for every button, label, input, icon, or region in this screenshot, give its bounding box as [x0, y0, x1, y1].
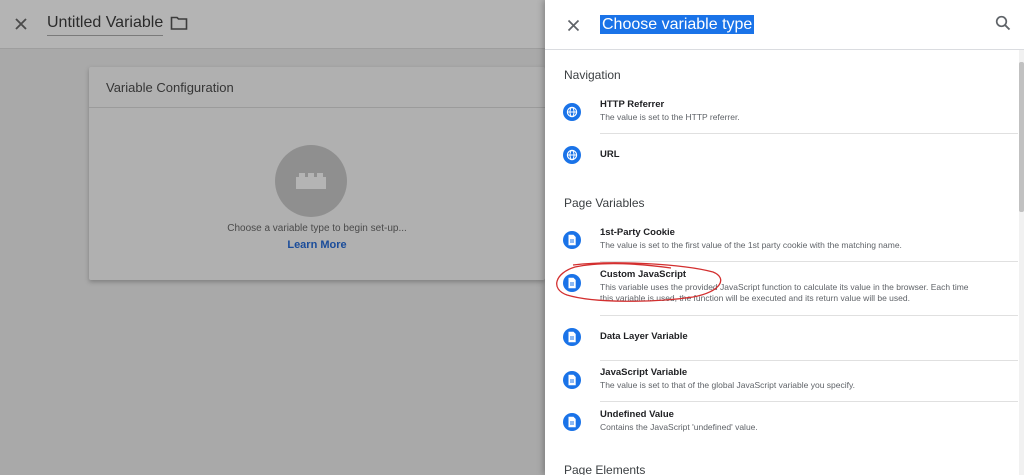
- panel-title: Choose variable type: [600, 15, 755, 34]
- section-page-variables: Page Variables: [564, 196, 645, 210]
- item-name: Custom JavaScript: [600, 269, 687, 280]
- variable-type-url[interactable]: URL: [600, 149, 1018, 179]
- learn-more-link[interactable]: Learn More: [89, 239, 545, 251]
- search-icon[interactable]: [995, 15, 1011, 36]
- item-name: Data Layer Variable: [600, 331, 688, 342]
- variable-type-1st-party-cookie[interactable]: 1st-Party Cookie The value is set to the…: [600, 227, 1018, 262]
- item-description: The value is set to that of the global J…: [600, 380, 855, 390]
- section-page-elements: Page Elements: [564, 463, 646, 475]
- item-description: This variable uses the provided JavaScri…: [600, 282, 969, 292]
- item-name: HTTP Referrer: [600, 99, 665, 110]
- close-icon[interactable]: [562, 14, 584, 36]
- variable-name-input[interactable]: Untitled Variable: [47, 14, 164, 36]
- item-name: 1st-Party Cookie: [600, 227, 675, 238]
- config-hint: Choose a variable type to begin set-up..…: [227, 223, 407, 234]
- choose-variable-type-panel: Choose variable type Navigation HTTP Ref…: [545, 0, 1024, 475]
- document-icon: [563, 231, 581, 249]
- variable-type-http-referrer[interactable]: HTTP Referrer The value is set to the HT…: [600, 99, 1018, 134]
- editor-topbar: Untitled Variable: [0, 0, 545, 49]
- variable-type-javascript-variable[interactable]: JavaScript Variable The value is set to …: [600, 367, 1018, 402]
- section-navigation: Navigation: [564, 68, 621, 82]
- item-name: JavaScript Variable: [600, 367, 688, 378]
- panel-header: Choose variable type: [545, 0, 1024, 50]
- document-icon: [563, 274, 581, 292]
- globe-icon: [563, 103, 581, 121]
- document-icon: [563, 371, 581, 389]
- close-icon[interactable]: [10, 13, 32, 35]
- variable-type-data-layer-variable[interactable]: Data Layer Variable: [600, 331, 1018, 361]
- globe-icon: [563, 146, 581, 164]
- item-description: Contains the JavaScript 'undefined' valu…: [600, 422, 758, 432]
- item-description-continued: this variable is used, the function will…: [600, 293, 910, 303]
- item-description: The value is set to the first value of t…: [600, 240, 902, 250]
- scrollbar-thumb[interactable]: [1019, 62, 1024, 212]
- item-description: The value is set to the HTTP referrer.: [600, 112, 740, 122]
- item-name: URL: [600, 149, 620, 160]
- card-title: Variable Configuration: [89, 67, 545, 108]
- variable-type-custom-javascript[interactable]: Custom JavaScript This variable uses the…: [600, 269, 1018, 316]
- document-icon: [563, 328, 581, 346]
- brick-icon: [275, 145, 347, 217]
- item-name: Undefined Value: [600, 409, 674, 420]
- variable-configuration-card[interactable]: Variable Configuration Choose a variable…: [89, 67, 545, 280]
- folder-icon[interactable]: [170, 15, 188, 36]
- variable-type-undefined-value[interactable]: Undefined Value Contains the JavaScript …: [600, 409, 1018, 444]
- document-icon: [563, 413, 581, 431]
